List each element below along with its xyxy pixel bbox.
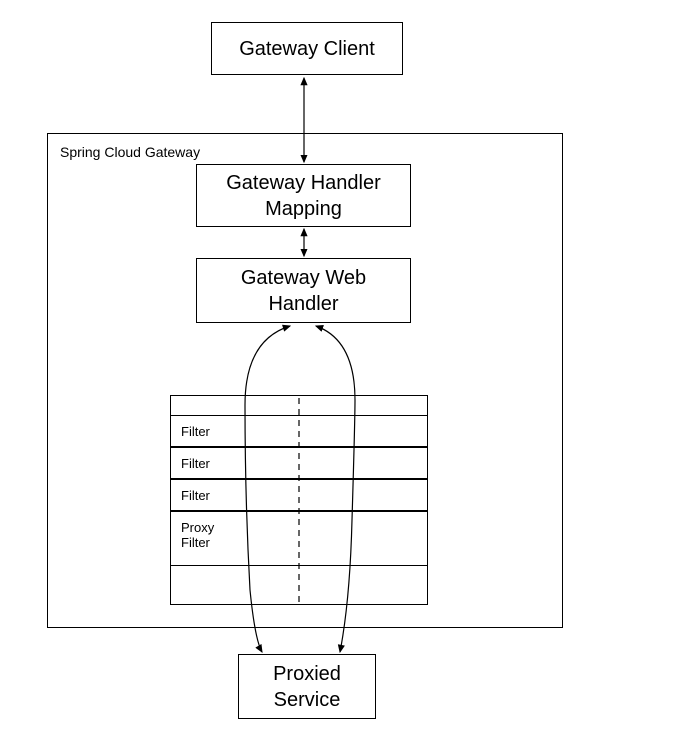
- proxied-service-line2: Service: [273, 687, 341, 713]
- filter-row-1: Filter: [170, 415, 428, 447]
- handler-mapping-line1: Gateway Handler: [226, 170, 381, 196]
- web-handler-line1: Gateway Web: [241, 265, 366, 291]
- proxied-service-box: Proxied Service: [238, 654, 376, 719]
- gateway-client-box: Gateway Client: [211, 22, 403, 75]
- filter-2-label: Filter: [181, 456, 210, 471]
- handler-mapping-line2: Mapping: [226, 196, 381, 222]
- filter-row-3: Filter: [170, 479, 428, 511]
- filter-3-label: Filter: [181, 488, 210, 503]
- gateway-handler-mapping-box: Gateway Handler Mapping: [196, 164, 411, 227]
- proxy-filter-label: Proxy Filter: [181, 520, 214, 550]
- proxy-filter-line1: Proxy: [181, 520, 214, 535]
- filter-row-2: Filter: [170, 447, 428, 479]
- gateway-handler-mapping-label: Gateway Handler Mapping: [226, 170, 381, 222]
- gateway-web-handler-box: Gateway Web Handler: [196, 258, 411, 323]
- web-handler-line2: Handler: [241, 291, 366, 317]
- gateway-client-label: Gateway Client: [239, 36, 375, 62]
- filter-1-label: Filter: [181, 424, 210, 439]
- proxy-filter-line2: Filter: [181, 535, 214, 550]
- gateway-web-handler-label: Gateway Web Handler: [241, 265, 366, 317]
- proxied-service-label: Proxied Service: [273, 661, 341, 713]
- proxied-service-line1: Proxied: [273, 661, 341, 687]
- proxy-filter-row: Proxy Filter: [170, 511, 428, 566]
- container-label: Spring Cloud Gateway: [60, 144, 200, 160]
